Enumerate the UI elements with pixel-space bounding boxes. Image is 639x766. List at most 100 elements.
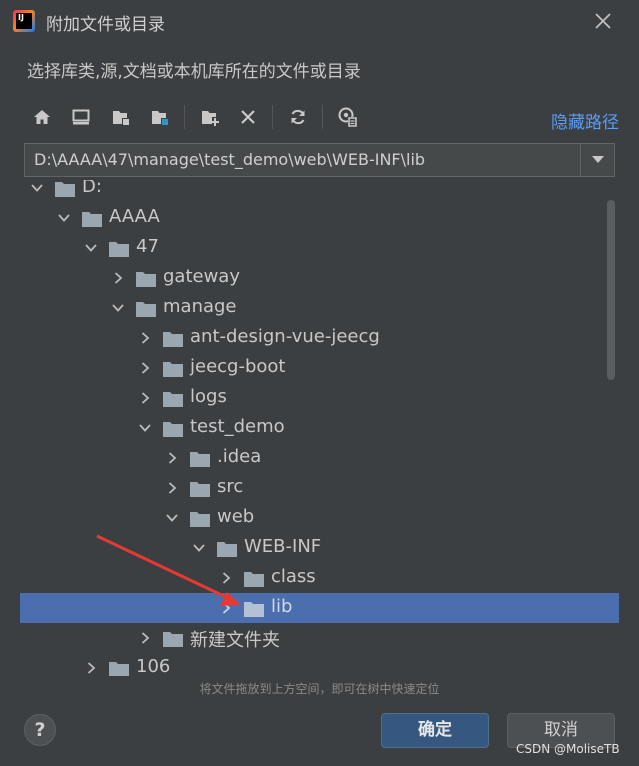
folder-icon <box>82 212 102 227</box>
chevron-right-icon[interactable] <box>138 331 152 345</box>
tree-row-label: web <box>217 506 255 527</box>
chevron-down-icon[interactable] <box>57 211 71 225</box>
tree-row-label: 47 <box>136 236 159 257</box>
tree-row[interactable]: AAAA <box>20 203 619 233</box>
folder-icon <box>163 422 183 437</box>
chevron-right-icon[interactable] <box>165 481 179 495</box>
home-button[interactable] <box>27 101 57 133</box>
chevron-right-icon[interactable] <box>84 661 98 675</box>
tree-row[interactable]: D: <box>20 180 619 203</box>
tree-row-label: class <box>271 566 316 587</box>
refresh-button[interactable] <box>283 101 313 133</box>
folder-icon <box>190 452 210 467</box>
folder-icon <box>217 542 237 557</box>
toolbar-separator <box>272 105 273 129</box>
project-button[interactable] <box>106 101 136 133</box>
chevron-right-icon[interactable] <box>111 271 125 285</box>
tree-row[interactable]: web <box>20 503 619 533</box>
tree-row-label: src <box>217 476 244 497</box>
tree-row-label: manage <box>163 296 237 317</box>
tree-row[interactable]: logs <box>20 383 619 413</box>
tree-row[interactable]: src <box>20 473 619 503</box>
close-button[interactable] <box>592 10 614 32</box>
folder-icon <box>163 632 183 647</box>
folder-icon <box>163 362 183 377</box>
app-icon-text: IJ <box>16 13 32 29</box>
tree-row-label: jeecg-boot <box>190 356 286 377</box>
tree-row-label: logs <box>190 386 227 407</box>
folder-icon <box>163 332 183 347</box>
new-folder-icon <box>202 111 219 126</box>
show-hidden-button[interactable] <box>333 101 363 133</box>
tree-row-label: AAAA <box>109 206 160 227</box>
chevron-right-icon[interactable] <box>219 601 233 615</box>
folder-icon <box>136 302 156 317</box>
watermark: CSDN @MoliseTB <box>516 742 620 756</box>
delete-button[interactable] <box>233 101 263 133</box>
tree-row[interactable]: manage <box>20 293 619 323</box>
tree-scrollbar-thumb[interactable] <box>607 200 615 380</box>
chevron-right-icon[interactable] <box>219 571 233 585</box>
chevron-down-icon[interactable] <box>165 511 179 525</box>
ok-button[interactable]: 确定 <box>381 713 489 748</box>
tree-row[interactable]: jeecg-boot <box>20 353 619 383</box>
desktop-button[interactable] <box>66 101 96 133</box>
chevron-right-icon[interactable] <box>138 361 152 375</box>
dialog-description: 选择库类,源,文档或本机库所在的文件或目录 <box>27 62 361 82</box>
folder-icon <box>190 482 210 497</box>
folder-icon <box>109 242 129 257</box>
tree-row[interactable]: test_demo <box>20 413 619 443</box>
path-dropdown-button[interactable] <box>580 144 614 176</box>
tree-row-label: test_demo <box>190 416 285 437</box>
tree-row[interactable]: 106 <box>20 653 619 676</box>
intellij-app-icon: IJ <box>13 10 35 32</box>
tree-row[interactable]: gateway <box>20 263 619 293</box>
tree-row[interactable]: ant-design-vue-jeecg <box>20 323 619 353</box>
chevron-down-icon[interactable] <box>111 301 125 315</box>
dialog-title: 附加文件或目录 <box>46 15 165 35</box>
module-button[interactable] <box>145 101 175 133</box>
tree-row-label: gateway <box>163 266 240 287</box>
path-input-value: D:\AAAA\47\manage\test_demo\web\WEB-INF\… <box>34 150 426 169</box>
delete-icon <box>241 110 255 124</box>
toolbar-separator <box>322 105 323 129</box>
folder-icon <box>244 602 264 617</box>
tree-row-label: 106 <box>136 656 171 676</box>
tree-row-label: WEB-INF <box>244 536 322 557</box>
hide-path-link[interactable]: 隐藏路径 <box>551 108 619 133</box>
tree-row-label: lib <box>271 596 293 617</box>
chevron-down-icon <box>591 156 604 163</box>
folder-icon <box>163 392 183 407</box>
toolbar-separator <box>184 105 185 129</box>
drag-drop-hint: 将文件拖放到上方空间，即可在树中快速定位 <box>199 682 440 696</box>
close-icon <box>595 13 611 29</box>
chevron-right-icon[interactable] <box>138 631 152 645</box>
show-hidden-icon <box>338 107 357 127</box>
folder-icon <box>244 572 264 587</box>
project-folder-icon <box>113 111 129 125</box>
path-input[interactable]: D:\AAAA\47\manage\test_demo\web\WEB-INF\… <box>24 143 615 177</box>
tree-row[interactable]: class <box>20 563 619 593</box>
tree-row[interactable]: 47 <box>20 233 619 263</box>
tree-row[interactable]: lib <box>20 593 619 623</box>
title-bar: IJ 附加文件或目录 <box>0 0 639 44</box>
tree-row[interactable]: .idea <box>20 443 619 473</box>
tree-row-label: .idea <box>217 446 262 467</box>
help-button[interactable]: ? <box>24 714 56 746</box>
chevron-down-icon[interactable] <box>30 181 44 195</box>
home-icon <box>34 110 50 124</box>
chevron-right-icon[interactable] <box>165 451 179 465</box>
chevron-down-icon[interactable] <box>84 241 98 255</box>
chevron-down-icon[interactable] <box>192 541 206 555</box>
tree-row[interactable]: WEB-INF <box>20 533 619 563</box>
folder-icon <box>55 182 75 197</box>
module-folder-icon <box>152 111 168 125</box>
folder-icon <box>136 272 156 287</box>
tree-row-label: 新建文件夹 <box>190 630 280 651</box>
new-folder-button[interactable] <box>195 101 225 133</box>
file-tree[interactable]: D: AAAA 47 gateway manage ant-design-vue-jeec… <box>20 180 619 676</box>
tree-row[interactable]: 新建文件夹 <box>20 623 619 653</box>
chevron-right-icon[interactable] <box>138 391 152 405</box>
refresh-icon <box>291 109 305 125</box>
chevron-down-icon[interactable] <box>138 421 152 435</box>
